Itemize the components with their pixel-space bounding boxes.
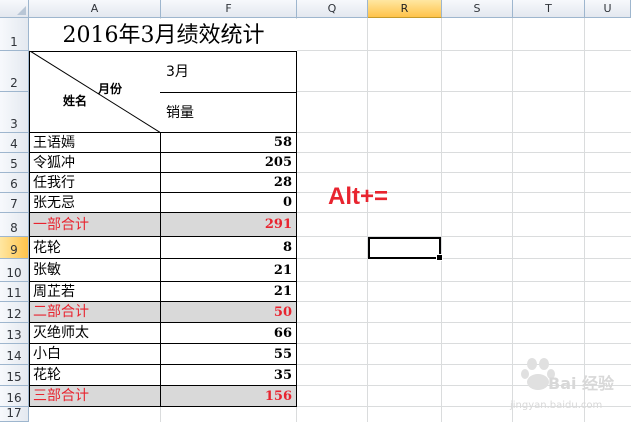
employee-name-cell[interactable]: 王语嫣 (29, 133, 161, 153)
employee-name-cell[interactable]: 灭绝师太 (29, 323, 161, 344)
row-header-12[interactable]: 12 (0, 302, 29, 323)
row-header-13[interactable]: 13 (0, 323, 29, 344)
employee-name-cell[interactable]: 张无忌 (29, 193, 161, 213)
employee-name-cell[interactable]: 张敏 (29, 259, 161, 282)
sales-value-cell[interactable]: 291 (160, 213, 297, 237)
spreadsheet-grid[interactable]: A F Q R S T U 1 2 3 4 5 6 7 8 9 10 11 12… (0, 0, 631, 422)
row-header-8[interactable]: 8 (0, 213, 29, 237)
gridline (441, 18, 442, 422)
select-all-corner[interactable] (0, 0, 29, 18)
row-header-2[interactable]: 2 (0, 51, 29, 92)
employee-name-cell[interactable]: 一部合计 (29, 213, 161, 237)
gridline (367, 18, 368, 422)
row-header-3[interactable]: 3 (0, 92, 29, 133)
sales-value-cell[interactable]: 21 (160, 282, 297, 302)
watermark-url: jingyan.baidu.com (510, 400, 603, 411)
employee-name-cell[interactable]: 任我行 (29, 173, 161, 193)
sheet-title[interactable]: 2016年3月绩效统计 (30, 19, 297, 51)
column-header-t[interactable]: T (513, 0, 585, 18)
row-header-14[interactable]: 14 (0, 344, 29, 365)
row-header-4[interactable]: 4 (0, 133, 29, 153)
sales-value-cell[interactable]: 8 (160, 237, 297, 259)
select-all-triangle-icon (17, 6, 26, 15)
employee-name-cell[interactable]: 令狐冲 (29, 153, 161, 173)
sales-value-cell[interactable]: 156 (160, 386, 297, 407)
row-header-15[interactable]: 15 (0, 365, 29, 386)
row-header-17[interactable]: 17 (0, 406, 29, 422)
header-month-value: 3月 (166, 64, 189, 80)
employee-name-cell[interactable]: 三部合计 (29, 386, 161, 407)
diagonal-divider (30, 51, 161, 133)
sales-value-cell[interactable]: 66 (160, 323, 297, 344)
shortcut-annotation: Alt+= (328, 183, 389, 210)
row-header-7[interactable]: 7 (0, 193, 29, 213)
employee-name-cell[interactable]: 小白 (29, 344, 161, 365)
employee-name-cell[interactable]: 花轮 (29, 237, 161, 259)
fill-handle[interactable] (436, 254, 443, 261)
row-header-1[interactable]: 1 (0, 18, 29, 51)
employee-name-cell[interactable]: 二部合计 (29, 302, 161, 323)
header-sales-label: 销量 (166, 105, 194, 121)
row-header-9[interactable]: 9 (0, 237, 29, 259)
column-header-a[interactable]: A (29, 0, 161, 18)
row-header-10[interactable]: 10 (0, 259, 29, 282)
column-header-s[interactable]: S (442, 0, 513, 18)
row-header-11[interactable]: 11 (0, 282, 29, 302)
sales-value-cell[interactable]: 21 (160, 259, 297, 282)
sales-value-cell[interactable]: 55 (160, 344, 297, 365)
column-header-u[interactable]: U (585, 0, 631, 18)
active-cell-r9[interactable] (368, 237, 443, 261)
column-header-r[interactable]: R (368, 0, 442, 18)
sales-value-cell[interactable]: 0 (160, 193, 297, 213)
row-header-16[interactable]: 16 (0, 386, 29, 407)
employee-name-cell[interactable]: 周芷若 (29, 282, 161, 302)
sales-value-cell[interactable]: 205 (160, 153, 297, 173)
row-header-5[interactable]: 5 (0, 153, 29, 173)
header-name-label: 姓名 (63, 94, 88, 108)
column-header-q[interactable]: Q (297, 0, 368, 18)
column-header-f[interactable]: F (161, 0, 297, 18)
sales-value-cell[interactable]: 58 (160, 133, 297, 153)
row-header-6[interactable]: 6 (0, 173, 29, 193)
employee-name-cell[interactable]: 花轮 (29, 365, 161, 386)
sales-value-cell[interactable]: 50 (160, 302, 297, 323)
sales-value-cell[interactable]: 35 (160, 365, 297, 386)
header-month-label: 月份 (98, 82, 123, 96)
watermark-brand: Bai 经验 (548, 374, 615, 393)
sales-value-cell[interactable]: 28 (160, 173, 297, 193)
